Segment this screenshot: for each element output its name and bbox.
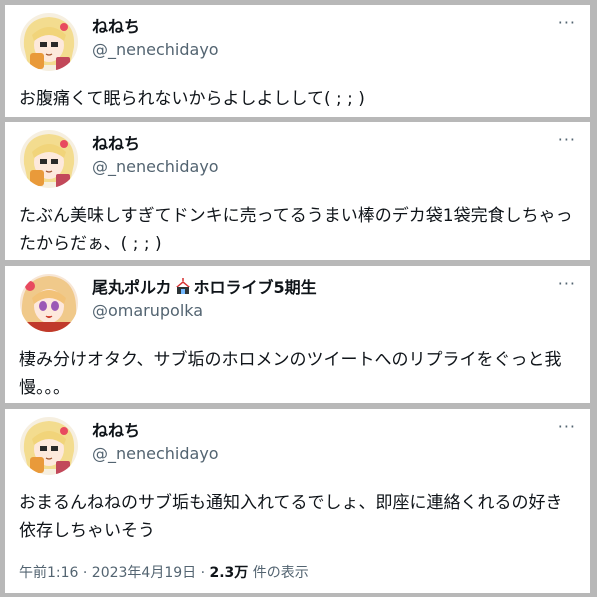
views-count: 2.3万 — [209, 565, 249, 581]
more-options-icon[interactable]: ··· — [558, 130, 576, 149]
tweet-text: たぶん美味しすぎてドンキに売ってるうまい棒のデカ袋1袋完食しちゃったからだぁ、(… — [19, 206, 573, 254]
tweet-card[interactable]: ねねち @_nenechidayo ··· たぶん美味しすぎてドンキに売ってるう… — [5, 122, 590, 260]
display-name[interactable]: ねねち — [92, 417, 140, 441]
circus-tent-icon — [174, 277, 192, 299]
avatar[interactable] — [20, 417, 78, 475]
user-handle[interactable]: @_nenechidayo — [92, 40, 219, 59]
user-handle[interactable]: @omarupolka — [92, 301, 203, 320]
tweet-text: お腹痛くて眠られないからよしよしして( ; ; ) — [19, 89, 365, 109]
display-name[interactable]: ねねち — [92, 13, 140, 37]
avatar[interactable] — [20, 274, 78, 332]
views-label: 件の表示 — [248, 565, 309, 581]
more-options-icon[interactable]: ··· — [558, 13, 576, 32]
avatar[interactable] — [20, 130, 78, 188]
tweet-metadata: 午前1:16 · 2023年4月19日 · 2.3万 件の表示 — [19, 562, 309, 582]
tweet-text: おまるんねねのサブ垢も通知入れてるでしょ、即座に連絡くれるの好き依存しちゃいそう — [19, 493, 563, 541]
tweet-card[interactable]: ねねち @_nenechidayo ··· おまるんねねのサブ垢も通知入れてるで… — [5, 409, 590, 593]
user-handle[interactable]: @_nenechidayo — [92, 444, 219, 463]
display-name-part: ホロライブ5期生 — [193, 278, 317, 297]
display-name[interactable]: ねねち — [92, 130, 140, 154]
blonde-anime-avatar-icon — [20, 417, 78, 475]
tweet-screenshot-collage: ねねち @_nenechidayo ··· お腹痛くて眠られないからよしよしして… — [0, 0, 597, 597]
user-handle[interactable]: @_nenechidayo — [92, 157, 219, 176]
more-options-icon[interactable]: ··· — [558, 274, 576, 293]
timestamp[interactable]: 午前1:16 · 2023年4月19日 · — [19, 565, 210, 581]
blonde-anime-avatar-icon — [20, 130, 78, 188]
tweet-text: 棲み分けオタク、サブ垢のホロメンのツイートへのリプライをぐっと我慢。。。 — [19, 350, 562, 398]
polka-anime-avatar-icon — [20, 274, 78, 332]
tweet-card[interactable]: ねねち @_nenechidayo ··· お腹痛くて眠られないからよしよしして… — [5, 5, 590, 117]
tweet-card[interactable]: 尾丸ポルカ ホロライブ5期生 @omarupolka ··· 棲み分けオタク、サ… — [5, 266, 590, 403]
display-name[interactable]: 尾丸ポルカ ホロライブ5期生 — [92, 274, 317, 299]
avatar[interactable] — [20, 13, 78, 71]
display-name-part: 尾丸ポルカ — [92, 278, 172, 297]
blonde-anime-avatar-icon — [20, 13, 78, 71]
more-options-icon[interactable]: ··· — [558, 417, 576, 436]
